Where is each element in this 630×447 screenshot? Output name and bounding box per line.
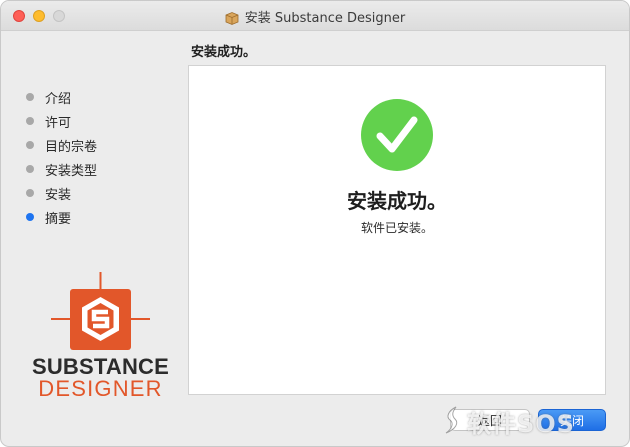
step-item-intro: 介绍 (26, 85, 97, 109)
steps-list: 介绍 许可 目的宗卷 安装类型 安装 摘要 (26, 85, 97, 229)
success-title: 安装成功。 (347, 189, 447, 213)
step-dot (26, 189, 34, 197)
content-panel: 安装成功。 软件已安装。 (188, 65, 606, 395)
package-icon (225, 10, 239, 25)
step-label: 许可 (45, 115, 72, 131)
checkmark-success-icon (361, 99, 433, 171)
success-subtitle: 软件已安装。 (360, 221, 433, 235)
step-item-install: 安装 (26, 181, 97, 205)
page-heading: 安装成功。 (191, 45, 257, 60)
step-label: 安装类型 (45, 163, 98, 179)
step-item-destination: 目的宗卷 (26, 133, 97, 157)
step-label: 目的宗卷 (45, 139, 98, 155)
title-bar: 安装 Substance Designer (1, 1, 629, 31)
step-dot (26, 117, 34, 125)
substance-designer-logo: SUBSTANCE DESIGNER (23, 272, 178, 402)
step-item-install-type: 安装类型 (26, 157, 97, 181)
installer-window: 安装 Substance Designer 安装成功。 介绍 许可 目的宗卷 安… (0, 0, 630, 447)
step-dot (26, 141, 34, 149)
logo-text-designer: DESIGNER (38, 376, 163, 401)
step-item-license: 许可 (26, 109, 97, 133)
step-label: 介绍 (45, 91, 72, 107)
substance-logo-icon (51, 272, 150, 350)
step-label: 安装 (45, 187, 72, 203)
step-item-summary: 摘要 (26, 205, 97, 229)
step-label: 摘要 (45, 211, 72, 227)
back-button[interactable]: 返回 (450, 409, 530, 431)
step-dot-active (26, 213, 34, 221)
step-dot (26, 165, 34, 173)
close-button[interactable]: 关闭 (538, 409, 606, 431)
step-dot (26, 93, 34, 101)
window-title: 安装 Substance Designer (244, 10, 406, 26)
